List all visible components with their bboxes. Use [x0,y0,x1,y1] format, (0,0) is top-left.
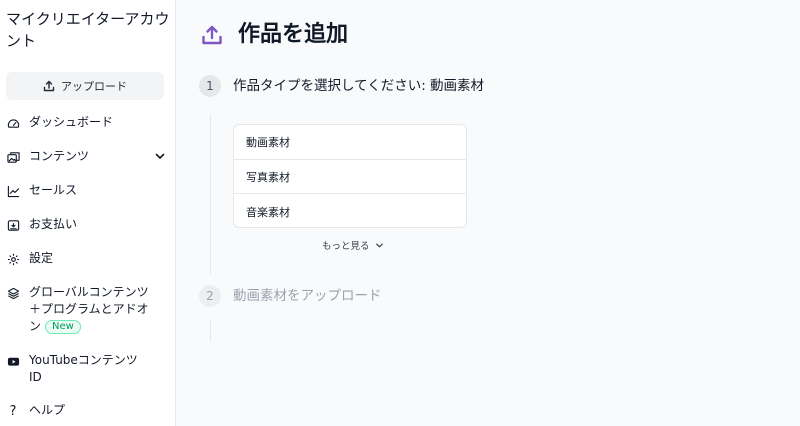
sidebar-item-text: グローバルコンテンツ＋プログラムとアドオン New [29,284,159,335]
sidebar-item-label: 設定 [29,251,54,265]
option-music[interactable]: 音楽素材 [234,194,466,227]
account-name: マイクリエイターアカウント [6,10,170,50]
show-more-label: もっと見る [322,241,370,252]
sidebar-item-settings[interactable]: 設定 [6,250,170,267]
sidebar-item-label: ダッシュボード [29,115,114,129]
sidebar-item-label: お支払い [29,217,78,231]
step-title-1: 作品タイプを選択してください: 動画素材 [233,78,485,94]
step-connector-line [210,114,211,274]
option-video[interactable]: 動画素材 [234,125,466,160]
sidebar-item-payments[interactable]: お支払い [6,216,170,233]
sidebar-item-help[interactable]: ? ヘルプ [6,402,170,419]
sidebar-item-label: ヘルプ [29,403,66,417]
layers-icon [6,286,20,300]
option-photo[interactable]: 写真素材 [234,160,466,195]
sidebar-item-dashboard[interactable]: ダッシュボード [6,114,170,131]
page-title: 作品を追加 [238,22,349,47]
chevron-down-icon[interactable] [154,150,166,162]
asset-type-options: 動画素材 写真素材 音楽素材 [233,124,467,228]
step-connector-line [210,320,211,342]
chevron-down-icon [375,243,383,247]
wallet-icon [6,218,20,232]
sidebar-item-label: YouTubeコンテンツID [29,353,138,384]
sidebar: マイクリエイターアカウント アップロード ダッシュボード コンテンツ セールス … [0,0,176,426]
upload-button-label: アップロード [61,80,127,93]
upload-button[interactable]: アップロード [6,72,164,100]
step-title-2: 動画素材をアップロード [233,288,382,304]
sidebar-item-label: セールス [29,183,78,197]
images-icon [6,150,20,164]
upload-icon [202,25,222,45]
upload-icon [43,80,55,92]
step-number-2: 2 [199,285,221,307]
sidebar-item-youtube-content-id[interactable]: YouTubeコンテンツID [6,352,170,386]
step-number-1: 1 [199,75,221,97]
question-icon: ? [9,403,17,419]
sidebar-item-sales[interactable]: セールス [6,182,170,199]
sidebar-item-content[interactable]: コンテンツ [6,148,170,165]
new-badge: New [45,320,81,334]
gauge-icon [6,116,20,130]
gear-icon [6,252,20,266]
sidebar-item-global-content[interactable]: グローバルコンテンツ＋プログラムとアドオン New [6,284,170,335]
sidebar-item-label: コンテンツ [29,149,90,163]
chart-line-icon [6,184,20,198]
youtube-icon [6,354,20,368]
show-more-button[interactable]: もっと見る [322,238,384,252]
